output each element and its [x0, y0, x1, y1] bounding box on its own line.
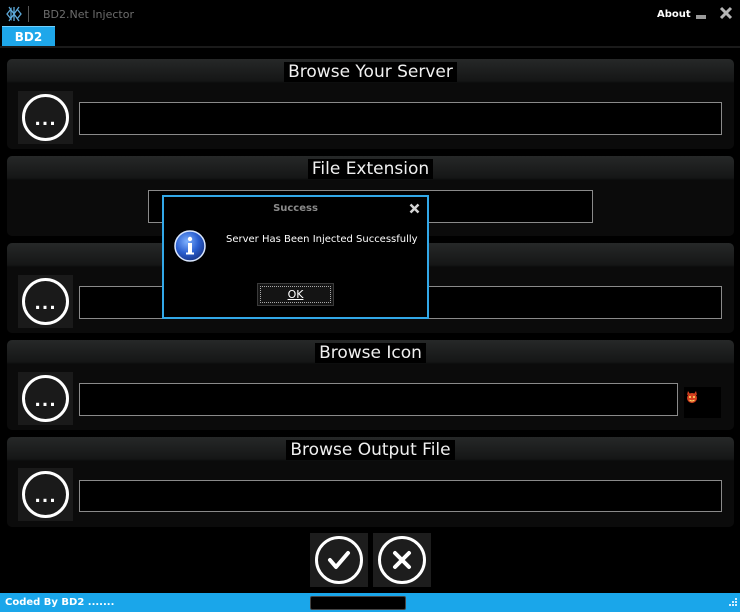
- title-bar: BD2.Net Injector About: [0, 0, 740, 28]
- output-panel-title: Browse Output File: [7, 440, 734, 460]
- cancel-button[interactable]: [373, 533, 431, 587]
- confirm-button[interactable]: [310, 533, 368, 587]
- output-panel: Browse Output File ...: [7, 437, 734, 527]
- browse-output-button[interactable]: ...: [18, 468, 73, 521]
- server-panel: Browse Your Server ...: [7, 59, 734, 149]
- output-path-input[interactable]: [79, 480, 722, 512]
- devil-face-icon: [687, 391, 697, 403]
- app-logo-icon: [6, 6, 22, 22]
- browse-dots: ...: [34, 110, 57, 130]
- progress-bar: [310, 596, 406, 610]
- window-close-icon[interactable]: [719, 6, 733, 20]
- title-separator: [28, 6, 29, 22]
- minimize-button[interactable]: [696, 15, 706, 19]
- status-bar: Coded By BD2 .......: [0, 593, 740, 612]
- browse-dots: ...: [34, 487, 57, 507]
- browse-dots: ...: [34, 294, 57, 314]
- resize-grip-icon[interactable]: [725, 596, 738, 609]
- server-panel-title: Browse Your Server: [7, 62, 734, 82]
- dialog-message: Server Has Been Injected Successfully: [226, 234, 418, 245]
- window-title: BD2.Net Injector: [43, 8, 134, 21]
- status-text: Coded By BD2 .......: [5, 597, 115, 608]
- icon-panel: Browse Icon ...: [7, 340, 734, 430]
- browse-icon-button[interactable]: ...: [18, 372, 73, 425]
- server-path-input[interactable]: [79, 102, 722, 135]
- icon-panel-title: Browse Icon: [7, 343, 734, 363]
- browse-third-button[interactable]: ...: [18, 275, 73, 328]
- about-button[interactable]: About: [657, 9, 691, 20]
- extension-panel-title: File Extension: [7, 159, 734, 179]
- success-dialog: Success Server Has Been Injected Success…: [162, 195, 429, 319]
- icon-path-input[interactable]: [79, 383, 678, 416]
- ok-button[interactable]: OK: [257, 283, 334, 306]
- browse-server-button[interactable]: ...: [18, 91, 73, 144]
- browse-dots: ...: [34, 391, 57, 411]
- dialog-title: Success: [273, 203, 318, 214]
- x-icon: [393, 551, 411, 569]
- check-icon: [328, 551, 350, 569]
- icon-preview: [684, 387, 721, 418]
- tab-bd2[interactable]: BD2: [2, 26, 55, 47]
- info-icon: [174, 230, 206, 262]
- tab-divider: [0, 46, 740, 48]
- dialog-close-icon[interactable]: [409, 203, 420, 214]
